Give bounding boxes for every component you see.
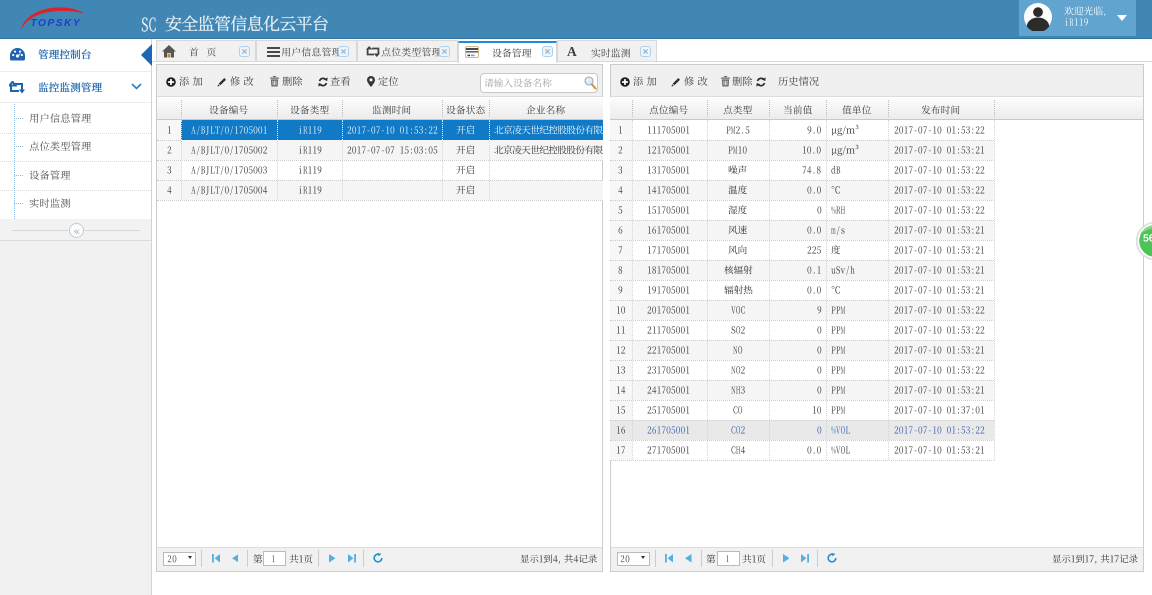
svg-text:TOPSKY: TOPSKY xyxy=(31,18,82,29)
svg-text:A: A xyxy=(567,46,577,57)
